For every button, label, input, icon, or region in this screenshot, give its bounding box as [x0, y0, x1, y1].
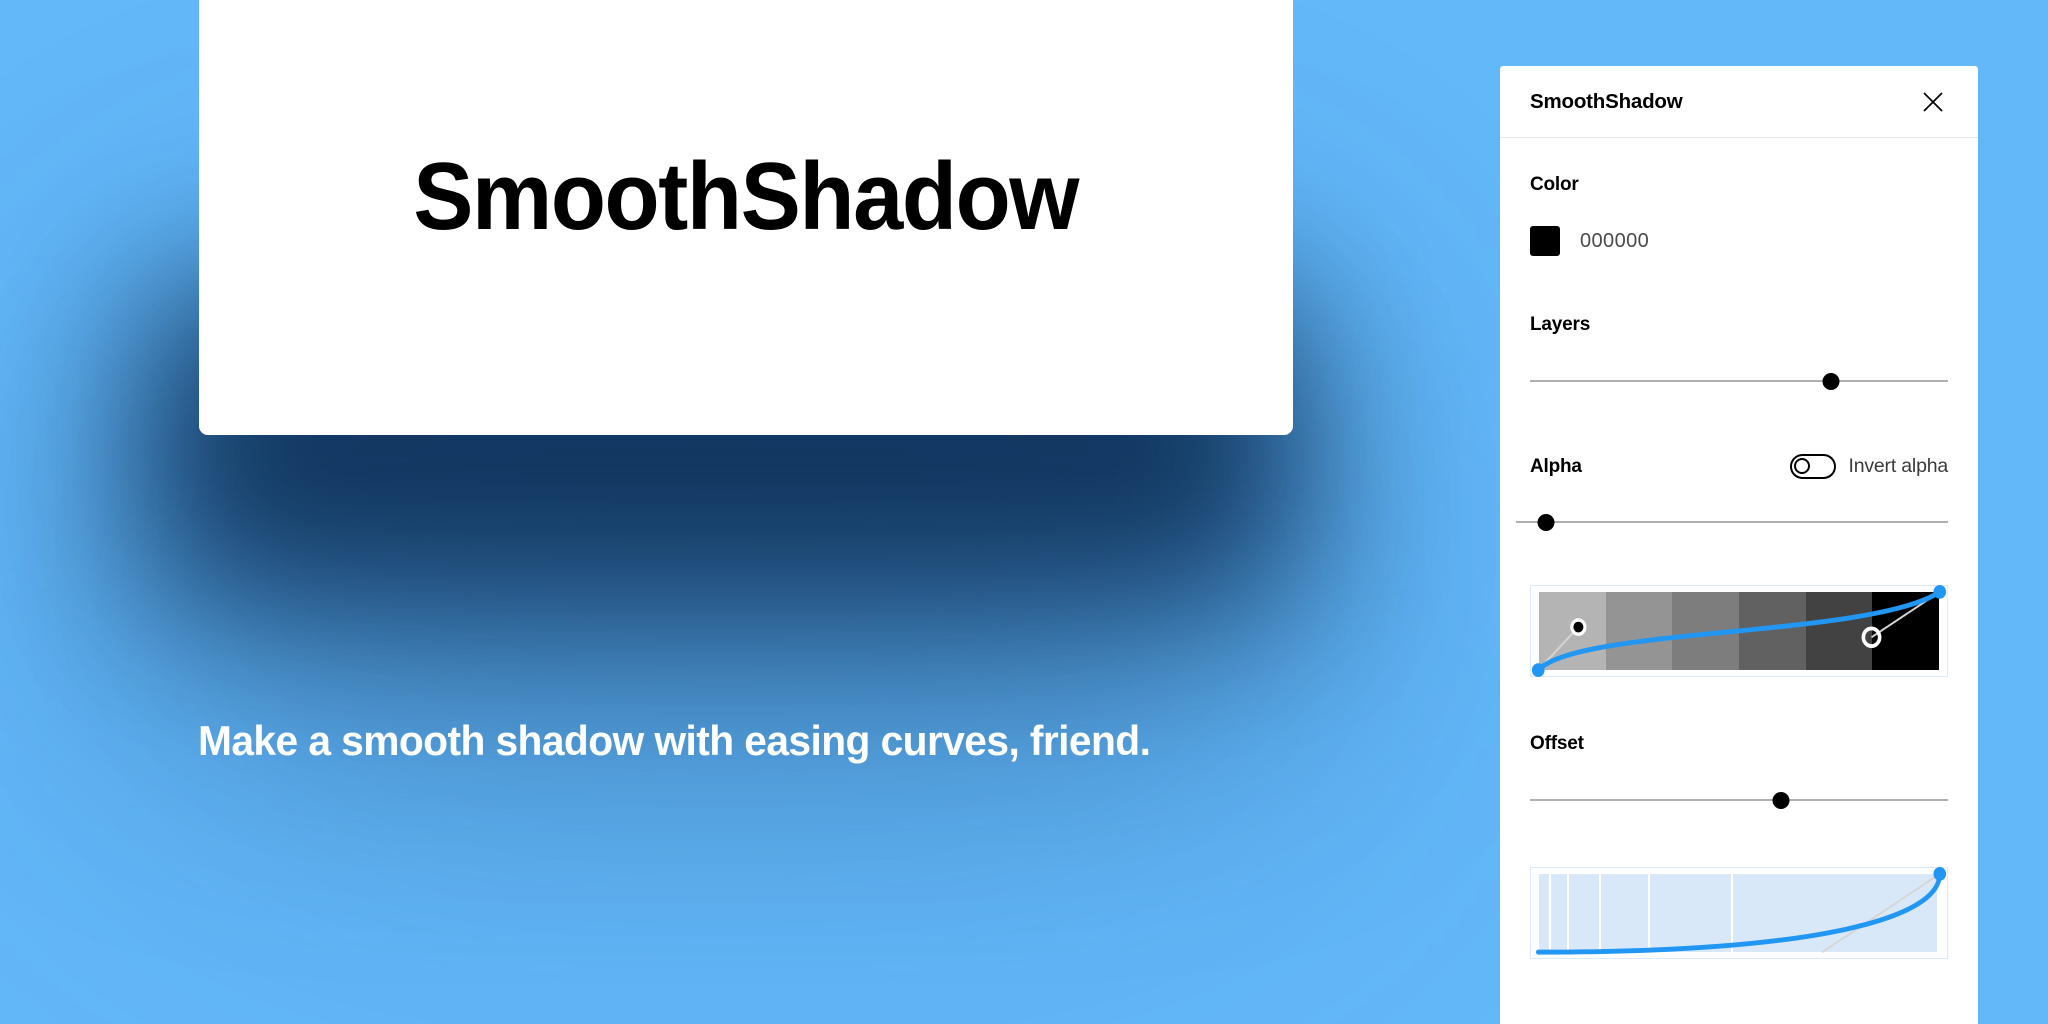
- alpha-curve-graph: [1531, 585, 1947, 677]
- alpha-slider[interactable]: [1516, 509, 1948, 535]
- panel-header: SmoothShadow: [1500, 66, 1978, 138]
- invert-alpha-toggle[interactable]: [1789, 454, 1836, 479]
- panel-body: Color 000000 Layers Alpha Invert alpha O…: [1500, 138, 1978, 959]
- offset-slider-thumb[interactable]: [1772, 791, 1790, 809]
- color-swatch[interactable]: [1530, 226, 1560, 256]
- alpha-slider-thumb[interactable]: [1537, 513, 1555, 531]
- alpha-slider-track: [1516, 521, 1948, 523]
- preview-card-title: SmoothShadow: [413, 142, 1080, 250]
- offset-slider[interactable]: [1530, 787, 1948, 813]
- alpha-slider-wrap: [1516, 509, 1948, 535]
- offset-slider-track: [1530, 799, 1948, 801]
- offset-section: Offset: [1530, 677, 1948, 813]
- settings-panel: SmoothShadow Color 000000 Layers Alpha I…: [1500, 66, 1978, 1024]
- layers-section: Layers: [1530, 256, 1948, 394]
- offset-curve-graph: [1535, 867, 1947, 955]
- close-icon[interactable]: [1916, 85, 1950, 119]
- invert-alpha-row: Invert alpha: [1789, 454, 1949, 479]
- alpha-label: Alpha: [1530, 455, 1582, 477]
- hero-tagline: Make a smooth shadow with easing curves,…: [198, 717, 1151, 764]
- layers-slider-wrap: [1530, 368, 1948, 394]
- offset-curve-editor[interactable]: [1530, 867, 1948, 959]
- preview-stage: SmoothShadow Make a smooth shadow with e…: [0, 0, 1500, 1024]
- color-section: Color 000000: [1530, 138, 1948, 256]
- layers-label: Layers: [1530, 314, 1591, 335]
- layers-slider-thumb[interactable]: [1822, 372, 1840, 390]
- invert-alpha-toggle-knob: [1793, 458, 1810, 474]
- layers-slider[interactable]: [1530, 368, 1948, 394]
- alpha-section: Alpha Invert alpha: [1516, 394, 1948, 535]
- panel-title: SmoothShadow: [1530, 89, 1683, 113]
- layers-slider-track: [1530, 380, 1948, 382]
- color-label: Color: [1530, 174, 1579, 195]
- color-value[interactable]: 000000: [1580, 230, 1649, 253]
- alpha-curve-editor[interactable]: [1530, 585, 1948, 677]
- invert-alpha-label: Invert alpha: [1848, 455, 1949, 477]
- alpha-header-row: Alpha Invert alpha: [1530, 454, 1948, 479]
- color-row: 000000: [1530, 226, 1948, 256]
- offset-slider-wrap: [1530, 787, 1948, 813]
- offset-label: Offset: [1530, 733, 1584, 754]
- preview-card: SmoothShadow: [199, 0, 1293, 435]
